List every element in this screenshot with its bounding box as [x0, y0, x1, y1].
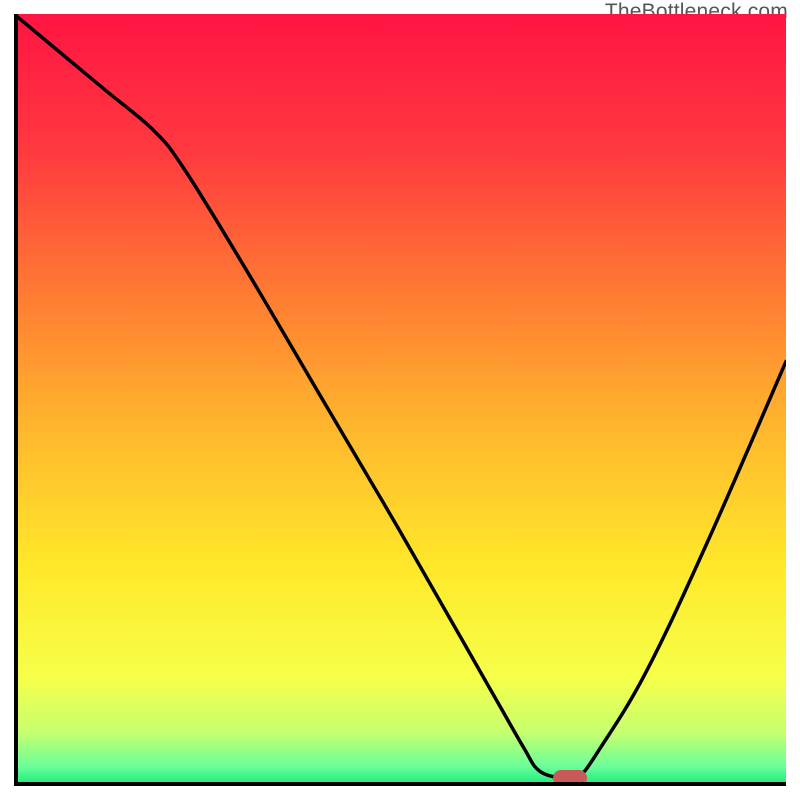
plot-area	[14, 14, 786, 786]
bottleneck-chart: TheBottleneck.com	[0, 0, 800, 800]
curve-svg	[14, 14, 786, 786]
bottleneck-curve-path	[14, 14, 786, 781]
optimal-marker	[553, 770, 587, 786]
